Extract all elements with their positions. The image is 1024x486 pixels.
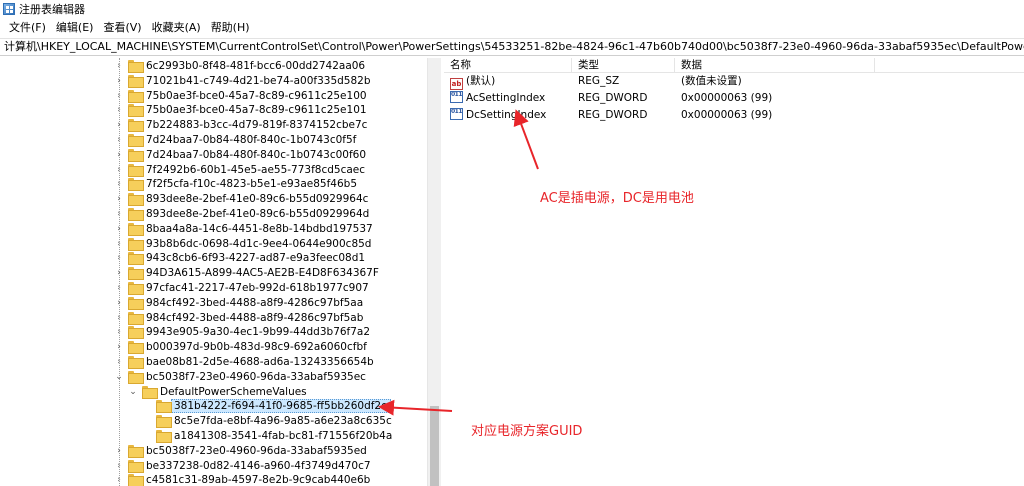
ac-dc-arrow <box>513 109 539 170</box>
guid-arrow <box>378 399 453 416</box>
annotation-arrows <box>378 109 539 416</box>
